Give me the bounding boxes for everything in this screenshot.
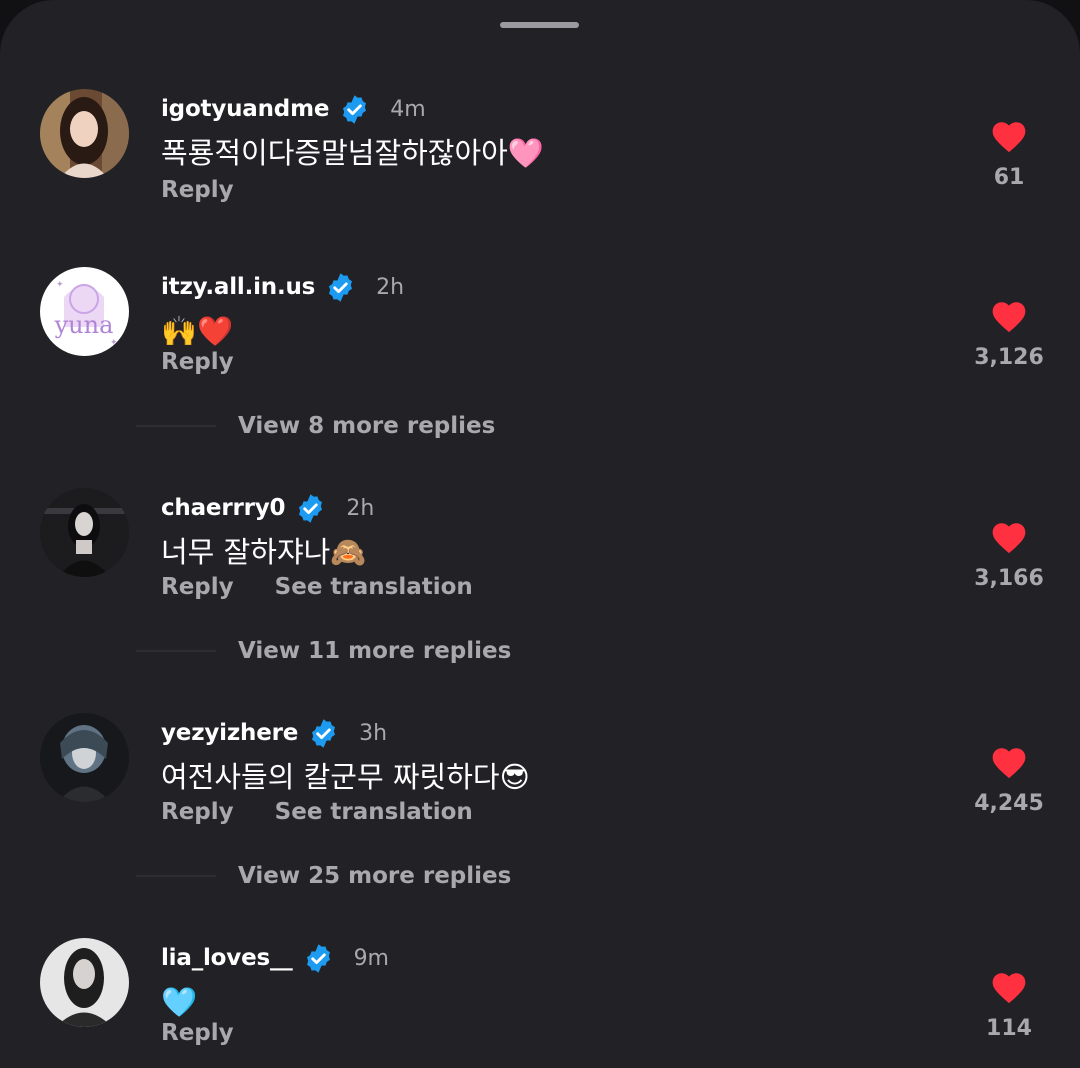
comment-actions: Reply See translation xyxy=(161,574,514,600)
comment-header: igotyuandme 4m xyxy=(161,91,426,127)
username[interactable]: lia_loves__ xyxy=(161,945,293,971)
avatar[interactable] xyxy=(40,488,129,577)
see-translation-button[interactable]: See translation xyxy=(275,574,473,600)
comment-time: 4m xyxy=(390,96,426,122)
drag-handle[interactable] xyxy=(500,22,579,28)
comments-sheet: igotyuandme 4m 폭룡적이다증말넘잘하잖아아🩷 Reply 61 y… xyxy=(0,0,1080,1068)
comment-item: chaerrry0 2h 너무 잘하쟈나🙈 Reply See translat… xyxy=(0,488,1080,628)
comment-text: 폭룡적이다증말넘잘하잖아아🩷 xyxy=(161,136,544,170)
reply-button[interactable]: Reply xyxy=(161,349,234,375)
like-count: 3,126 xyxy=(974,345,1044,370)
comment-text: 너무 잘하쟈나🙈 xyxy=(161,535,367,569)
comment-time: 2h xyxy=(376,274,405,300)
reply-button[interactable]: Reply xyxy=(161,1020,234,1046)
like-control: 61 xyxy=(978,117,1040,217)
avatar[interactable] xyxy=(40,938,129,1027)
verified-badge-icon xyxy=(339,94,370,125)
heart-icon[interactable] xyxy=(989,297,1029,333)
comment-item: lia_loves__ 9m 🩵 Reply 114 xyxy=(0,938,1080,1068)
comment-time: 9m xyxy=(353,945,389,971)
avatar-photo xyxy=(40,938,129,1027)
verified-badge-icon xyxy=(295,493,326,524)
svg-text:✦: ✦ xyxy=(110,338,118,348)
view-more-replies[interactable]: View 11 more replies xyxy=(136,636,511,666)
divider-line xyxy=(136,425,216,427)
verified-badge-icon xyxy=(325,272,356,303)
like-count: 4,245 xyxy=(974,791,1044,816)
username[interactable]: chaerrry0 xyxy=(161,495,286,521)
comment-time: 2h xyxy=(346,495,375,521)
comment-header: lia_loves__ 9m xyxy=(161,940,389,976)
username[interactable]: yezyizhere xyxy=(161,720,298,746)
heart-icon[interactable] xyxy=(989,968,1029,1004)
comment-actions: Reply xyxy=(161,349,275,375)
reply-button[interactable]: Reply xyxy=(161,177,234,203)
verified-badge-icon xyxy=(308,718,339,749)
comment-actions: Reply xyxy=(161,1020,275,1046)
reply-button[interactable]: Reply xyxy=(161,799,234,825)
see-translation-button[interactable]: See translation xyxy=(275,799,473,825)
username[interactable]: itzy.all.in.us xyxy=(161,274,315,300)
avatar[interactable] xyxy=(40,713,129,802)
avatar[interactable]: yuna ✦ ✦ xyxy=(40,267,129,356)
comment-actions: Reply See translation xyxy=(161,799,514,825)
like-control: 114 xyxy=(978,968,1040,1068)
comment-item: yuna ✦ ✦ itzy.all.in.us 2h 🙌❤️ Reply 3,1… xyxy=(0,267,1080,407)
username[interactable]: igotyuandme xyxy=(161,96,329,122)
view-more-replies-label[interactable]: View 11 more replies xyxy=(238,638,511,664)
view-more-replies-label[interactable]: View 8 more replies xyxy=(238,413,495,439)
verified-badge-icon xyxy=(303,943,334,974)
avatar-logo: yuna ✦ ✦ xyxy=(40,267,129,356)
comment-item: yezyizhere 3h 여전사들의 칼군무 짜릿하다😎 Reply See … xyxy=(0,713,1080,853)
comment-header: yezyizhere 3h xyxy=(161,715,387,751)
avatar[interactable] xyxy=(40,89,129,178)
comment-item: igotyuandme 4m 폭룡적이다증말넘잘하잖아아🩷 Reply 61 xyxy=(0,89,1080,229)
comment-text: 🙌❤️ xyxy=(161,314,234,348)
heart-icon[interactable] xyxy=(989,743,1029,779)
avatar-photo xyxy=(40,89,129,178)
avatar-logo-text: yuna xyxy=(54,311,114,339)
avatar-photo xyxy=(40,488,129,577)
comment-header: chaerrry0 2h xyxy=(161,490,374,526)
like-control: 3,126 xyxy=(974,297,1044,397)
avatar-photo xyxy=(40,713,129,802)
view-more-replies[interactable]: View 25 more replies xyxy=(136,861,511,891)
like-count: 114 xyxy=(986,1016,1032,1041)
view-more-replies-label[interactable]: View 25 more replies xyxy=(238,863,511,889)
comment-actions: Reply xyxy=(161,177,275,203)
like-control: 4,245 xyxy=(974,743,1044,843)
comment-text: 여전사들의 칼군무 짜릿하다😎 xyxy=(161,760,530,794)
divider-line xyxy=(136,650,216,652)
svg-text:✦: ✦ xyxy=(56,280,64,290)
like-control: 3,166 xyxy=(974,518,1044,618)
view-more-replies[interactable]: View 8 more replies xyxy=(136,411,495,441)
heart-icon[interactable] xyxy=(989,518,1029,554)
comment-header: itzy.all.in.us 2h xyxy=(161,269,404,305)
like-count: 61 xyxy=(993,165,1025,190)
heart-icon[interactable] xyxy=(989,117,1029,153)
like-count: 3,166 xyxy=(974,566,1044,591)
comment-time: 3h xyxy=(359,720,388,746)
comment-text: 🩵 xyxy=(161,985,198,1019)
divider-line xyxy=(136,875,216,877)
reply-button[interactable]: Reply xyxy=(161,574,234,600)
